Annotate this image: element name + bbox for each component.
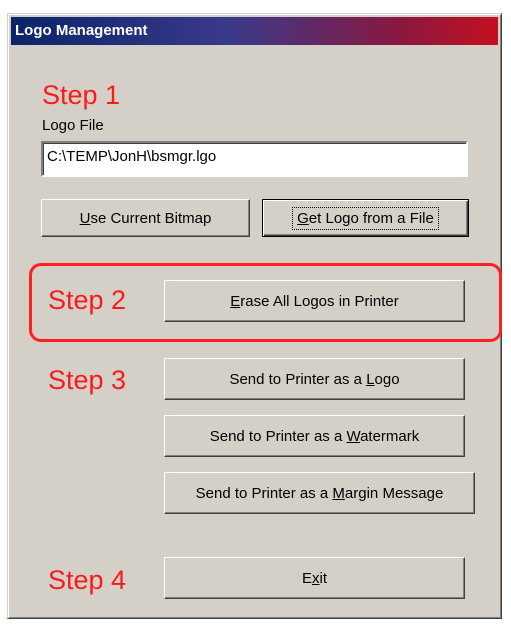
- get-logo-from-file-button[interactable]: Get Logo from a File: [262, 199, 469, 237]
- window-title: Logo Management: [15, 22, 148, 39]
- send-as-margin-message-button[interactable]: Send to Printer as a Margin Message: [164, 472, 475, 514]
- step-3-label: Step 3: [48, 365, 127, 395]
- send-as-logo-button[interactable]: Send to Printer as a Logo: [164, 358, 465, 400]
- logo-file-label: Logo File: [42, 117, 104, 134]
- step-4-label: Step 4: [48, 565, 127, 595]
- exit-button[interactable]: Exit: [164, 557, 465, 599]
- send-as-watermark-button[interactable]: Send to Printer as a Watermark: [164, 415, 465, 457]
- use-current-bitmap-button[interactable]: Use Current Bitmap: [41, 199, 250, 237]
- get-logo-from-file-label: Get Logo from a File: [292, 206, 439, 230]
- erase-all-logos-button[interactable]: Erase All Logos in Printer: [164, 280, 465, 322]
- step-1-label: Step 1: [42, 80, 121, 110]
- exit-label: Exit: [301, 569, 327, 587]
- step-2-label: Step 2: [48, 285, 127, 315]
- title-bar[interactable]: Logo Management: [11, 17, 498, 45]
- erase-all-logos-label: Erase All Logos in Printer: [230, 292, 399, 310]
- logo-file-input[interactable]: C:\TEMP\JonH\bsmgr.lgo: [41, 141, 468, 177]
- send-as-margin-message-label: Send to Printer as a Margin Message: [195, 484, 444, 502]
- send-as-logo-label: Send to Printer as a Logo: [229, 370, 400, 388]
- use-current-bitmap-label: Use Current Bitmap: [79, 209, 212, 227]
- logo-management-dialog: Logo Management Step 1 Logo File C:\TEMP…: [7, 13, 502, 619]
- send-as-watermark-label: Send to Printer as a Watermark: [209, 427, 420, 445]
